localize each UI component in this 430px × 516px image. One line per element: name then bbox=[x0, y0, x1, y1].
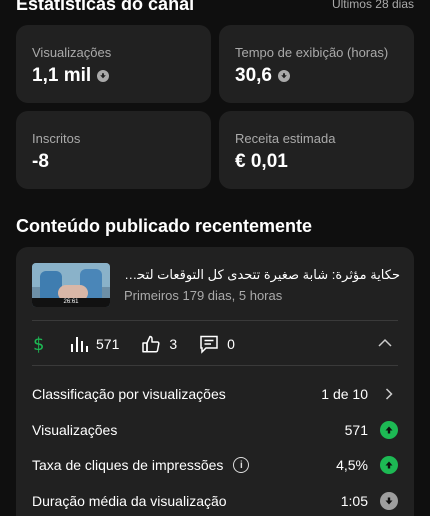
comments-metric: 0 bbox=[199, 334, 235, 354]
views-count: 571 bbox=[96, 336, 120, 352]
detail-label: Visualizações bbox=[32, 422, 118, 438]
video-thumbnail[interactable]: 26:61 bbox=[32, 263, 110, 307]
section-title: Conteúdo publicado recentemente bbox=[16, 216, 313, 236]
divider bbox=[32, 320, 398, 321]
stat-label: Inscritos bbox=[32, 131, 81, 146]
info-icon[interactable]: i bbox=[233, 457, 250, 473]
detail-value: 571 bbox=[344, 422, 368, 438]
svg-text:$: $ bbox=[33, 334, 44, 355]
detail-value: 1 de 10 bbox=[321, 386, 368, 402]
arrow-down-icon bbox=[97, 70, 110, 82]
stat-value: € 0,01 bbox=[235, 151, 288, 172]
arrow-up-green-icon bbox=[380, 421, 398, 439]
channel-stats-header: Estatísticas do canal Últimos 28 dias bbox=[16, 0, 414, 16]
stat-label: Tempo de exibição (horas) bbox=[235, 45, 389, 60]
arrow-down-icon bbox=[277, 70, 290, 82]
comment-icon bbox=[199, 334, 219, 354]
page-title: Estatísticas do canal bbox=[16, 0, 195, 14]
detail-row-ctr[interactable]: Taxa de cliques de impressões i 4,5% bbox=[32, 455, 398, 475]
chevron-right-icon bbox=[380, 388, 398, 400]
stat-card-views[interactable]: Visualizações 1,1 mil bbox=[16, 25, 211, 103]
stat-card-watch-time[interactable]: Tempo de exibição (horas) 30,6 bbox=[219, 25, 414, 103]
detail-value: 1:05 bbox=[340, 493, 368, 509]
video-subtitle: Primeiros 179 dias, 5 horas bbox=[124, 288, 283, 303]
detail-row-ranking[interactable]: Classificação por visualizações 1 de 10 bbox=[32, 384, 398, 404]
recent-content-card: 26:61 حكاية مؤثرة: شابة صغيرة تتحدى كل ا… bbox=[16, 247, 414, 516]
dollar-icon: $ bbox=[32, 333, 48, 355]
detail-row-avg-duration[interactable]: Duração média da visualização 1:05 bbox=[32, 491, 398, 511]
revenue-metric: $ bbox=[32, 333, 48, 355]
stat-value: -8 bbox=[32, 151, 49, 172]
views-metric: 571 bbox=[70, 335, 119, 353]
stat-label: Receita estimada bbox=[235, 131, 336, 146]
metrics-row: $ 571 3 0 bbox=[32, 330, 398, 358]
detail-label: Taxa de cliques de impressões i bbox=[32, 457, 336, 473]
comments-count: 0 bbox=[227, 336, 235, 352]
arrow-down-grey-icon bbox=[380, 492, 398, 510]
divider bbox=[32, 365, 398, 366]
arrow-up-green-icon bbox=[380, 456, 398, 474]
likes-metric: 3 bbox=[141, 334, 177, 354]
bar-chart-icon bbox=[70, 335, 88, 353]
thumbs-up-icon bbox=[141, 334, 161, 354]
thumbnail-caption: 26:61 bbox=[32, 298, 110, 307]
stat-value: 1,1 mil bbox=[32, 65, 110, 87]
video-title[interactable]: حكاية مؤثرة: شابة صغيرة تتحدى كل التوقعا… bbox=[124, 267, 400, 283]
stat-card-revenue[interactable]: Receita estimada € 0,01 bbox=[219, 111, 414, 189]
detail-value: 4,5% bbox=[336, 457, 368, 473]
stat-label: Visualizações bbox=[32, 45, 112, 60]
chevron-up-icon[interactable] bbox=[378, 335, 392, 353]
detail-row-views[interactable]: Visualizações 571 bbox=[32, 420, 398, 440]
detail-label: Duração média da visualização bbox=[32, 493, 227, 509]
detail-label: Classificação por visualizações bbox=[32, 386, 226, 402]
stat-card-subscribers[interactable]: Inscritos -8 bbox=[16, 111, 211, 189]
period-label: Últimos 28 dias bbox=[331, 0, 414, 11]
stat-value: 30,6 bbox=[235, 65, 290, 87]
likes-count: 3 bbox=[169, 336, 178, 352]
